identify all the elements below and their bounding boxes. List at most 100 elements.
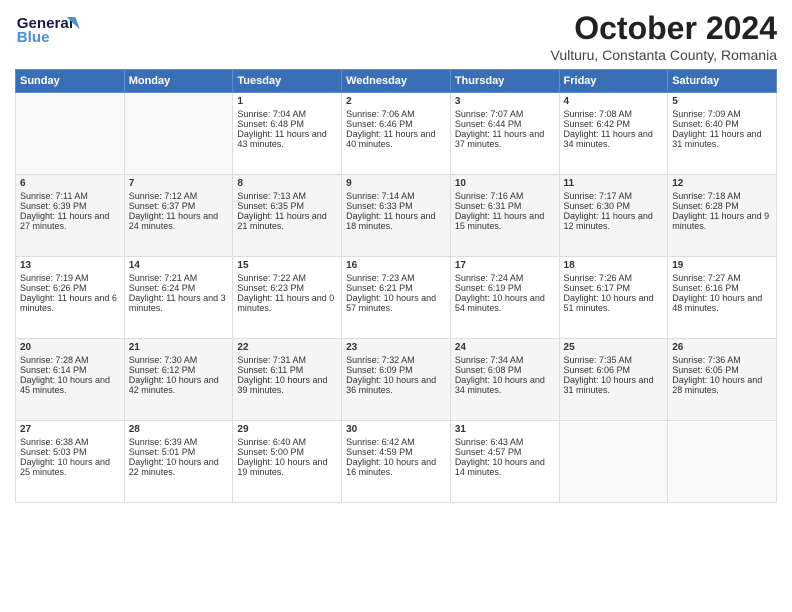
day-info: Sunrise: 7:35 AM xyxy=(564,355,664,365)
day-info: Sunrise: 7:21 AM xyxy=(129,273,229,283)
day-number: 22 xyxy=(237,342,337,353)
day-cell: 23Sunrise: 7:32 AMSunset: 6:09 PMDayligh… xyxy=(342,339,451,421)
day-cell: 13 Sunrise: 7:19 AMSunset: 6:26 PMDayligh… xyxy=(16,257,125,339)
day-cell: 20Sunrise: 7:28 AMSunset: 6:14 PMDayligh… xyxy=(16,339,125,421)
day-info: Sunset: 4:59 PM xyxy=(346,447,446,457)
day-cell: 4 Sunrise: 7:08 AMSunset: 6:42 PMDaylight… xyxy=(559,93,668,175)
day-info: Daylight: 10 hours and 22 minutes. xyxy=(129,457,229,477)
day-number: 9 xyxy=(346,178,446,189)
day-number: 17 xyxy=(455,260,555,271)
day-info: Sunrise: 7:34 AM xyxy=(455,355,555,365)
day-info: Sunrise: 7:08 AM xyxy=(564,109,664,119)
logo: General Blue xyxy=(15,10,95,50)
day-info: Sunset: 6:05 PM xyxy=(672,365,772,375)
day-info: Sunset: 6:19 PM xyxy=(455,283,555,293)
day-cell: 19Sunrise: 7:27 AMSunset: 6:16 PMDayligh… xyxy=(668,257,777,339)
day-info: Sunset: 6:30 PM xyxy=(564,201,664,211)
day-cell: 12Sunrise: 7:18 AMSunset: 6:28 PMDayligh… xyxy=(668,175,777,257)
day-info: Sunset: 6:12 PM xyxy=(129,365,229,375)
day-info: Daylight: 11 hours and 15 minutes. xyxy=(455,211,555,231)
calendar-page: General Blue October 2024 Vulturu, Const… xyxy=(0,0,792,612)
day-info: Sunset: 6:26 PM xyxy=(20,283,120,293)
day-info: Sunrise: 7:26 AM xyxy=(564,273,664,283)
day-info: Sunrise: 7:16 AM xyxy=(455,191,555,201)
day-cell: 26Sunrise: 7:36 AMSunset: 6:05 PMDayligh… xyxy=(668,339,777,421)
day-info: Sunset: 5:00 PM xyxy=(237,447,337,457)
day-cell: 27Sunrise: 6:38 AMSunset: 5:03 PMDayligh… xyxy=(16,421,125,503)
day-cell: 18Sunrise: 7:26 AMSunset: 6:17 PMDayligh… xyxy=(559,257,668,339)
day-info: Sunrise: 6:38 AM xyxy=(20,437,120,447)
day-cell: 5Sunrise: 7:09 AMSunset: 6:40 PMDaylight… xyxy=(668,93,777,175)
day-info: Daylight: 11 hours and 3 minutes. xyxy=(129,293,229,313)
day-number: 6 xyxy=(20,178,120,189)
col-saturday: Saturday xyxy=(668,70,777,93)
day-info: Sunset: 6:31 PM xyxy=(455,201,555,211)
day-number: 10 xyxy=(455,178,555,189)
location-subtitle: Vulturu, Constanta County, Romania xyxy=(551,47,777,63)
day-number: 24 xyxy=(455,342,555,353)
col-friday: Friday xyxy=(559,70,668,93)
week-row-1: 1Sunrise: 7:04 AMSunset: 6:48 PMDaylight… xyxy=(16,93,777,175)
day-cell: 8Sunrise: 7:13 AMSunset: 6:35 PMDaylight… xyxy=(233,175,342,257)
day-info: Daylight: 11 hours and 18 minutes. xyxy=(346,211,446,231)
day-info: Sunset: 6:40 PM xyxy=(672,119,772,129)
day-info: Daylight: 11 hours and 12 minutes. xyxy=(564,211,664,231)
day-info: Sunrise: 7:27 AM xyxy=(672,273,772,283)
calendar-body: 1Sunrise: 7:04 AMSunset: 6:48 PMDaylight… xyxy=(16,93,777,503)
day-number: 31 xyxy=(455,424,555,435)
day-info: Daylight: 10 hours and 45 minutes. xyxy=(20,375,120,395)
day-info: Sunrise: 7:23 AM xyxy=(346,273,446,283)
day-info: Sunset: 6:42 PM xyxy=(564,119,664,129)
logo-svg: General Blue xyxy=(15,10,95,50)
day-number: 4 xyxy=(564,96,664,107)
day-info: Daylight: 10 hours and 39 minutes. xyxy=(237,375,337,395)
day-cell: 24Sunrise: 7:34 AMSunset: 6:08 PMDayligh… xyxy=(450,339,559,421)
day-number: 12 xyxy=(672,178,772,189)
day-info: Sunset: 6:37 PM xyxy=(129,201,229,211)
day-info: Daylight: 10 hours and 16 minutes. xyxy=(346,457,446,477)
calendar-table: Sunday Monday Tuesday Wednesday Thursday… xyxy=(15,69,777,503)
week-row-4: 20Sunrise: 7:28 AMSunset: 6:14 PMDayligh… xyxy=(16,339,777,421)
day-info: Sunrise: 7:28 AM xyxy=(20,355,120,365)
day-info: Sunset: 6:44 PM xyxy=(455,119,555,129)
day-cell: 10 Sunrise: 7:16 AMSunset: 6:31 PMDayligh… xyxy=(450,175,559,257)
day-info: Daylight: 10 hours and 57 minutes. xyxy=(346,293,446,313)
day-info: Daylight: 11 hours and 6 minutes. xyxy=(20,293,120,313)
day-cell: 9Sunrise: 7:14 AMSunset: 6:33 PMDaylight… xyxy=(342,175,451,257)
day-info: Sunrise: 7:19 AM xyxy=(20,273,120,283)
day-cell: 30 Sunrise: 6:42 AMSunset: 4:59 PMDayligh… xyxy=(342,421,451,503)
day-number: 19 xyxy=(672,260,772,271)
day-info: Sunset: 6:09 PM xyxy=(346,365,446,375)
day-cell: 22Sunrise: 7:31 AMSunset: 6:11 PMDayligh… xyxy=(233,339,342,421)
day-info: Sunset: 6:28 PM xyxy=(672,201,772,211)
day-info: Sunset: 6:23 PM xyxy=(237,283,337,293)
day-number: 16 xyxy=(346,260,446,271)
svg-text:Blue: Blue xyxy=(17,29,50,46)
day-info: Sunset: 6:08 PM xyxy=(455,365,555,375)
col-tuesday: Tuesday xyxy=(233,70,342,93)
day-number: 30 xyxy=(346,424,446,435)
week-row-3: 13Sunrise: 7:19 AMSunset: 6:26 PMDayligh… xyxy=(16,257,777,339)
day-info: Sunrise: 7:09 AM xyxy=(672,109,772,119)
day-cell xyxy=(124,93,233,175)
day-info: Daylight: 11 hours and 34 minutes. xyxy=(564,129,664,149)
day-number: 13 xyxy=(20,260,120,271)
day-number: 14 xyxy=(129,260,229,271)
header: General Blue October 2024 Vulturu, Const… xyxy=(15,10,777,63)
day-cell: 7Sunrise: 7:12 AMSunset: 6:37 PMDaylight… xyxy=(124,175,233,257)
day-info: Daylight: 11 hours and 27 minutes. xyxy=(20,211,120,231)
day-info: Sunrise: 7:24 AM xyxy=(455,273,555,283)
day-number: 7 xyxy=(129,178,229,189)
day-info: Daylight: 10 hours and 42 minutes. xyxy=(129,375,229,395)
day-cell: 11Sunrise: 7:17 AMSunset: 6:30 PMDayligh… xyxy=(559,175,668,257)
day-info: Sunrise: 6:43 AM xyxy=(455,437,555,447)
day-info: Sunset: 6:21 PM xyxy=(346,283,446,293)
day-info: Daylight: 11 hours and 40 minutes. xyxy=(346,129,446,149)
day-info: Sunrise: 7:04 AM xyxy=(237,109,337,119)
day-info: Sunrise: 6:42 AM xyxy=(346,437,446,447)
col-monday: Monday xyxy=(124,70,233,93)
day-cell: 17Sunrise: 7:24 AMSunset: 6:19 PMDayligh… xyxy=(450,257,559,339)
day-number: 5 xyxy=(672,96,772,107)
week-row-2: 6Sunrise: 7:11 AMSunset: 6:39 PMDaylight… xyxy=(16,175,777,257)
day-number: 15 xyxy=(237,260,337,271)
